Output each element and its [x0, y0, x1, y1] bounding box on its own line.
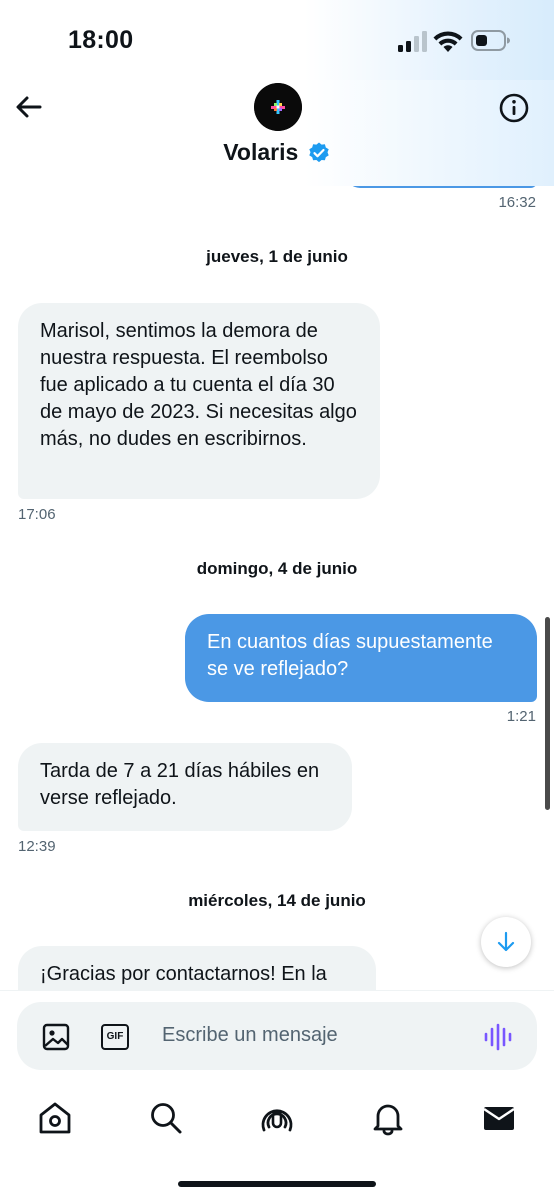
gif-button[interactable]: GIF: [101, 1024, 129, 1050]
message-timestamp: 16:32: [498, 194, 536, 211]
outgoing-message-bubble-partial[interactable]: [346, 186, 537, 188]
incoming-message-bubble[interactable]: Marisol, sentimos la demora de nuestra r…: [18, 303, 380, 499]
gif-label: GIF: [106, 1031, 124, 1042]
message-timestamp: 1:21: [506, 708, 536, 725]
image-icon[interactable]: [42, 1023, 70, 1051]
message-timestamp: 12:39: [18, 838, 56, 855]
tab-bar: [0, 1086, 554, 1150]
outgoing-message-bubble[interactable]: En cuantos días supuestamente se ve refl…: [185, 614, 537, 702]
back-arrow-icon[interactable]: [12, 90, 46, 124]
incoming-message-bubble[interactable]: Tarda de 7 a 21 días hábiles en verse re…: [18, 743, 352, 831]
spaces-icon[interactable]: [259, 1100, 295, 1136]
info-icon[interactable]: [497, 91, 531, 125]
status-bar: 18:00: [0, 0, 554, 80]
volaris-logo-icon: [254, 83, 302, 131]
status-time: 18:00: [68, 26, 134, 54]
verified-badge-icon: [309, 142, 329, 162]
date-separator: jueves, 1 de junio: [206, 247, 348, 266]
message-timestamp: 17:06: [18, 506, 56, 523]
divider: [0, 990, 554, 991]
battery-icon: [471, 30, 510, 51]
messages-icon[interactable]: [481, 1100, 517, 1136]
voice-waveform-icon[interactable]: [483, 1022, 513, 1052]
scrollbar[interactable]: [545, 617, 550, 810]
message-list[interactable]: 16:32 jueves, 1 de junio Marisol, sentim…: [0, 186, 554, 990]
cellular-signal-icon: [398, 31, 427, 52]
notifications-icon[interactable]: [370, 1100, 406, 1136]
arrow-down-icon: [497, 931, 515, 952]
header-title-group[interactable]: Volaris: [0, 139, 554, 166]
home-icon[interactable]: [37, 1100, 73, 1136]
incoming-message-bubble[interactable]: ¡Gracias por contactarnos! En la: [18, 946, 376, 990]
message-composer[interactable]: GIF Escribe un mensaje: [17, 1002, 537, 1070]
wifi-icon: [433, 31, 463, 52]
message-input[interactable]: Escribe un mensaje: [162, 1024, 338, 1047]
avatar[interactable]: [254, 83, 302, 131]
date-separator: domingo, 4 de junio: [196, 559, 358, 578]
conversation-title: Volaris: [223, 139, 299, 165]
status-icons: [398, 30, 510, 52]
home-indicator: [178, 1181, 376, 1187]
date-separator: miércoles, 14 de junio: [188, 891, 366, 910]
scroll-to-bottom-button[interactable]: [481, 917, 531, 967]
search-icon[interactable]: [148, 1100, 184, 1136]
